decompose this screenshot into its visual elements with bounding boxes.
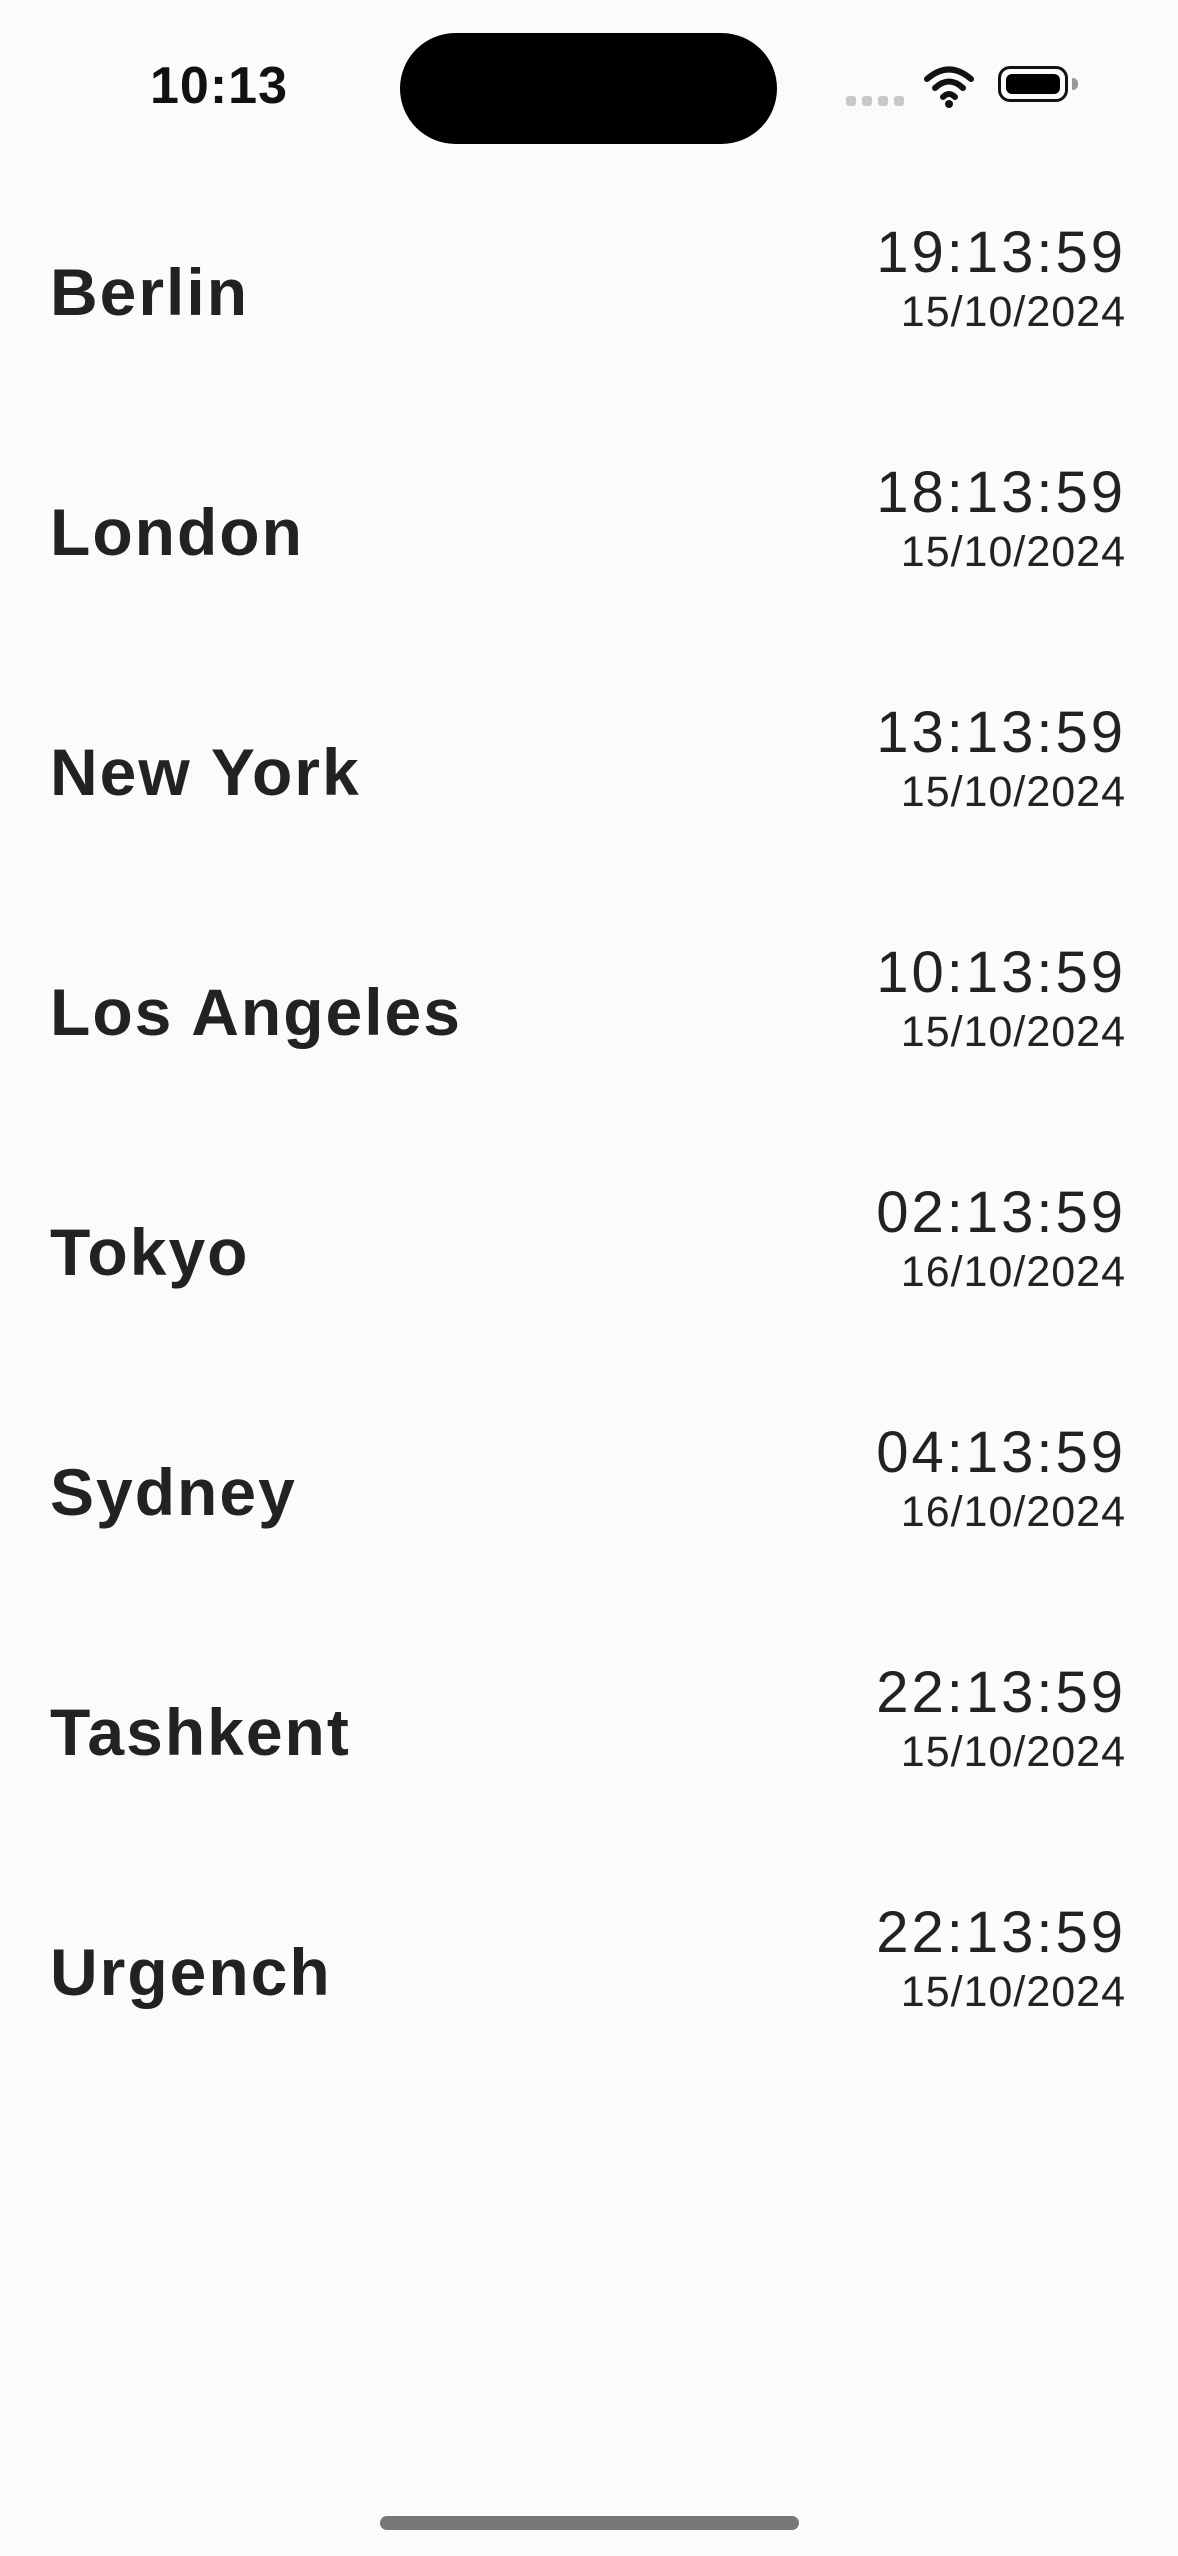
clock-row-sydney[interactable]: Sydney 04:13:59 16/10/2024 (0, 1380, 1178, 1620)
city-name: Urgench (50, 1935, 332, 2009)
city-name: Los Angeles (50, 975, 462, 1049)
date-value: 15/10/2024 (900, 528, 1126, 576)
wifi-icon (924, 66, 974, 108)
time-block: 04:13:59 16/10/2024 (796, 1420, 1126, 1538)
status-bar: 10:13 (0, 0, 1178, 170)
time-block: 18:13:59 15/10/2024 (796, 460, 1126, 578)
status-time: 10:13 (150, 57, 288, 115)
battery-body (998, 66, 1068, 102)
date-value: 15/10/2024 (900, 768, 1126, 816)
city-name: London (50, 495, 304, 569)
time-value: 18:13:59 (876, 460, 1126, 525)
time-block: 19:13:59 15/10/2024 (796, 220, 1126, 338)
battery-icon (998, 66, 1082, 108)
date-value: 15/10/2024 (900, 288, 1126, 336)
clock-row-berlin[interactable]: Berlin 19:13:59 15/10/2024 (0, 180, 1178, 420)
date-value: 15/10/2024 (900, 1968, 1126, 2016)
date-value: 16/10/2024 (900, 1248, 1126, 1296)
cellular-signal-icon (846, 96, 904, 106)
world-clock-list: Berlin 19:13:59 15/10/2024 London 18:13:… (0, 180, 1178, 2100)
date-value: 15/10/2024 (900, 1008, 1126, 1056)
time-value: 19:13:59 (876, 220, 1126, 285)
time-block: 13:13:59 15/10/2024 (796, 700, 1126, 818)
clock-row-tashkent[interactable]: Tashkent 22:13:59 15/10/2024 (0, 1620, 1178, 1860)
clock-row-urgench[interactable]: Urgench 22:13:59 15/10/2024 (0, 1860, 1178, 2100)
city-name: Berlin (50, 255, 250, 329)
dynamic-island (400, 33, 777, 144)
time-value: 13:13:59 (876, 700, 1126, 765)
city-name: Tashkent (50, 1695, 351, 1769)
city-name: New York (50, 735, 361, 809)
clock-row-new-york[interactable]: New York 13:13:59 15/10/2024 (0, 660, 1178, 900)
time-block: 10:13:59 15/10/2024 (796, 940, 1126, 1058)
time-value: 22:13:59 (876, 1660, 1126, 1725)
battery-tip (1072, 78, 1078, 90)
city-name: Tokyo (50, 1215, 250, 1289)
date-value: 15/10/2024 (900, 1728, 1126, 1776)
time-block: 22:13:59 15/10/2024 (796, 1900, 1126, 2018)
clock-row-london[interactable]: London 18:13:59 15/10/2024 (0, 420, 1178, 660)
date-value: 16/10/2024 (900, 1488, 1126, 1536)
time-value: 02:13:59 (876, 1180, 1126, 1245)
time-block: 22:13:59 15/10/2024 (796, 1660, 1126, 1778)
clock-row-tokyo[interactable]: Tokyo 02:13:59 16/10/2024 (0, 1140, 1178, 1380)
time-value: 22:13:59 (876, 1900, 1126, 1965)
time-value: 04:13:59 (876, 1420, 1126, 1485)
clock-row-los-angeles[interactable]: Los Angeles 10:13:59 15/10/2024 (0, 900, 1178, 1140)
battery-level (1006, 74, 1060, 94)
home-indicator[interactable] (380, 2516, 799, 2530)
time-block: 02:13:59 16/10/2024 (796, 1180, 1126, 1298)
time-value: 10:13:59 (876, 940, 1126, 1005)
city-name: Sydney (50, 1455, 297, 1529)
